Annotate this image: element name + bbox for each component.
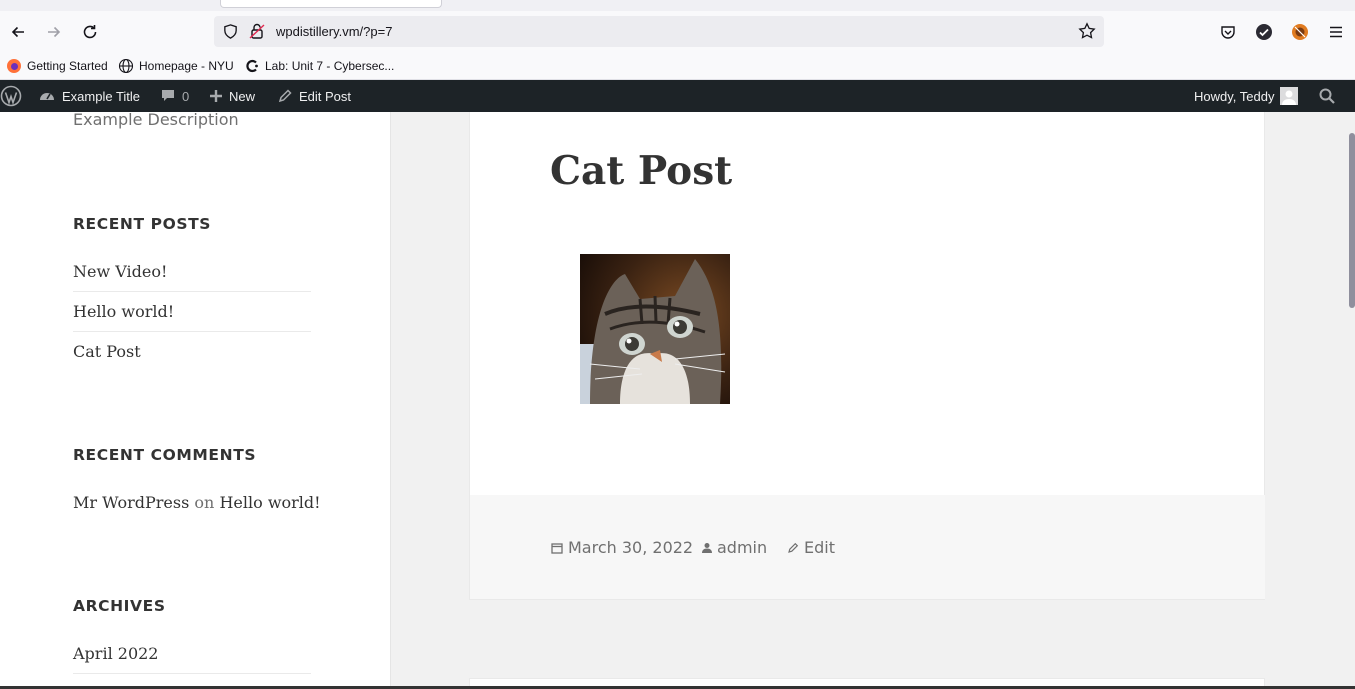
post-date[interactable]: March 30, 2022 (551, 538, 693, 557)
post-date-text: March 30, 2022 (568, 538, 694, 557)
recent-comment: Mr WordPress on Hello world! (73, 493, 321, 512)
recent-posts-title: RECENT POSTS (73, 215, 212, 233)
calendar-icon (551, 542, 563, 554)
bookmark-homepage-nyu[interactable]: Homepage - NYU (118, 58, 234, 74)
site-name: Example Title (62, 88, 141, 104)
person-icon (702, 542, 712, 553)
post-edit-text: Edit (804, 538, 835, 557)
recent-post-link[interactable]: Cat Post (73, 332, 311, 372)
bookmark-label: Homepage - NYU (139, 59, 234, 73)
post-author-text: admin (717, 538, 768, 557)
post-article: Cat Post March 30, 2022 admin Edit (469, 112, 1265, 600)
extension-check-button[interactable] (1252, 20, 1276, 44)
pencil-icon (788, 542, 799, 553)
scrollbar-thumb[interactable] (1349, 133, 1355, 308)
url-text[interactable]: wpdistillery.vm/?p=7 (276, 24, 392, 39)
forward-button[interactable] (42, 20, 66, 44)
pocket-button[interactable] (1216, 20, 1240, 44)
archives-title: ARCHIVES (73, 597, 166, 615)
edit-post-label: Edit Post (299, 88, 352, 104)
site-name-link[interactable]: Example Title (38, 80, 140, 112)
back-button[interactable] (6, 20, 30, 44)
extension-orange-icon (1292, 24, 1308, 40)
shield-icon[interactable] (222, 23, 239, 40)
bookmark-label: Lab: Unit 7 - Cybersec... (265, 59, 395, 73)
admin-search-button[interactable] (1318, 80, 1342, 112)
post-footer: March 30, 2022 admin Edit (470, 495, 1265, 599)
extension-button[interactable] (1288, 20, 1312, 44)
my-account-link[interactable]: Howdy, Teddy (1194, 80, 1299, 112)
howdy-text: Howdy, Teddy (1194, 88, 1275, 104)
menu-button[interactable] (1324, 20, 1348, 44)
reload-icon (83, 25, 97, 39)
comment-bubble-icon (162, 90, 174, 101)
globe-icon (118, 58, 134, 74)
bookmark-lab-unit7[interactable]: Lab: Unit 7 - Cybersec... (244, 58, 394, 74)
reload-button[interactable] (78, 20, 102, 44)
new-content-link[interactable]: New (209, 80, 255, 112)
bookmark-star-icon[interactable] (1078, 22, 1096, 40)
post-edit-link[interactable]: Edit (787, 538, 835, 557)
hamburger-menu-icon (1330, 26, 1342, 38)
post-author[interactable]: admin (702, 538, 767, 557)
check-circle-icon (1256, 24, 1272, 40)
wp-admin-bar: Example Title 0 New Edit Post Howdy, Ted… (0, 80, 1355, 112)
edit-post-link[interactable]: Edit Post (277, 80, 351, 112)
recent-posts-list: New Video! Hello world! Cat Post (73, 252, 311, 372)
pencil-icon (278, 89, 292, 103)
active-tab[interactable] (220, 0, 442, 8)
plus-icon (210, 90, 222, 102)
bookmark-getting-started[interactable]: Getting Started (6, 58, 108, 74)
c-logo-icon (246, 59, 258, 73)
kitten-photo (580, 254, 730, 404)
comments-count: 0 (182, 88, 190, 104)
archive-link[interactable]: April 2022 (73, 634, 311, 674)
avatar (1280, 87, 1299, 105)
search-icon (1319, 88, 1335, 104)
bookmark-label: Getting Started (27, 59, 108, 73)
bookmarks-toolbar: Getting Started Homepage - NYU Lab: Unit… (0, 53, 1355, 80)
arrow-left-icon (11, 26, 24, 38)
archives-list: April 2022 (73, 634, 311, 674)
wordpress-logo-icon (0, 85, 22, 107)
dashboard-gauge-icon (40, 93, 54, 100)
sidebar: Example Description RECENT POSTS New Vid… (0, 112, 391, 689)
firefox-icon (7, 59, 21, 73)
cat-image[interactable] (580, 254, 730, 404)
pocket-icon (1221, 26, 1235, 39)
site-description: Example Description (73, 112, 239, 129)
recent-comments-title: RECENT COMMENTS (73, 446, 257, 464)
comment-author-link[interactable]: Mr WordPress (73, 493, 189, 512)
arrow-right-icon (48, 26, 61, 38)
comment-on-text: on (194, 493, 215, 512)
recent-post-link[interactable]: New Video! (73, 252, 311, 292)
insecure-lock-icon[interactable] (248, 22, 266, 40)
url-bar[interactable]: wpdistillery.vm/?p=7 (214, 16, 1104, 47)
navigation-bar: wpdistillery.vm/?p=7 (0, 11, 1355, 53)
comments-link[interactable]: 0 (160, 80, 189, 112)
recent-post-link[interactable]: Hello world! (73, 292, 311, 332)
post-title: Cat Post (550, 148, 733, 194)
tab-strip (0, 0, 1355, 11)
wp-logo-button[interactable] (0, 80, 28, 112)
new-label: New (229, 88, 256, 104)
comment-post-link[interactable]: Hello world! (219, 493, 320, 512)
